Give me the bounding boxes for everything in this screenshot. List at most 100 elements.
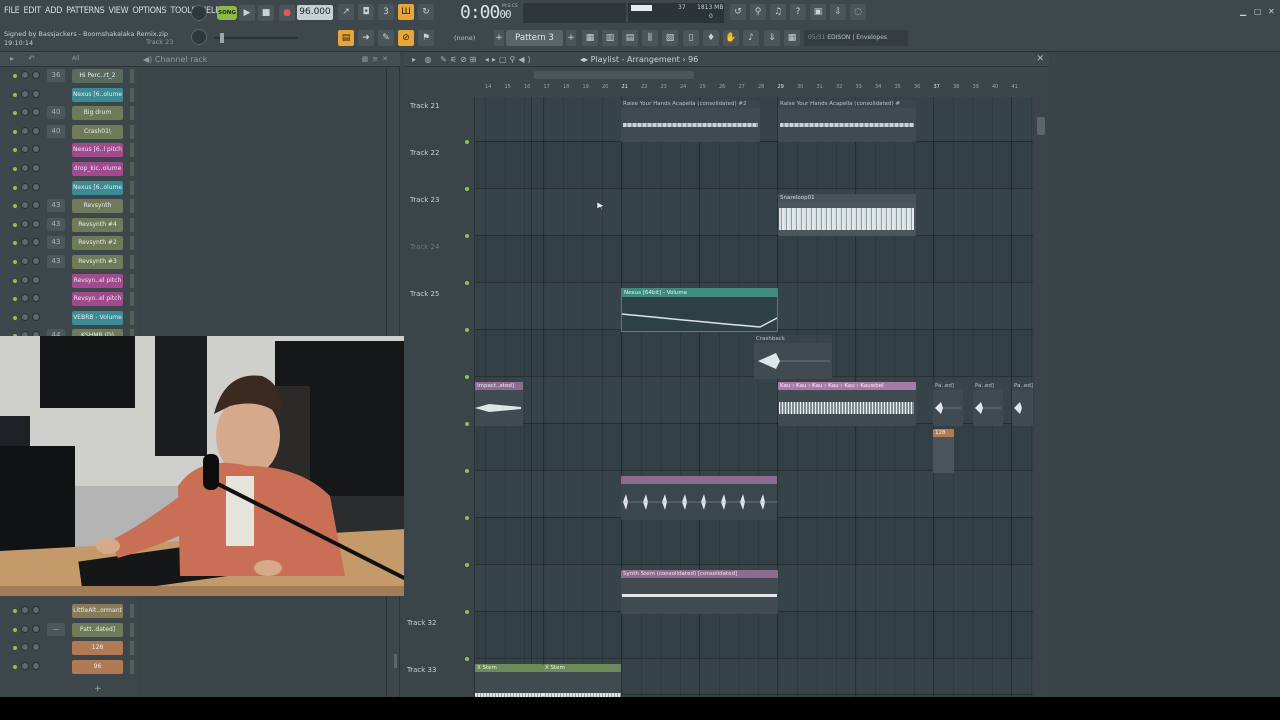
channel-volume-knob[interactable] [32,312,40,321]
channel-mixer-track[interactable]: — [47,622,65,636]
channel-select[interactable] [130,604,134,618]
channel-mixer-track[interactable] [47,274,65,287]
channel-row[interactable]: drop_kic..olume [0,160,138,178]
track-mute-led[interactable] [465,328,469,332]
close-icon[interactable]: ✕ [1268,7,1275,16]
channel-pan-knob[interactable] [21,145,29,154]
channel-name-button[interactable]: drop_kic..olume [72,162,123,176]
channel-mute-led[interactable] [13,627,17,632]
save-icon[interactable]: ▣ [810,4,826,20]
clip-snareloop[interactable]: Snareloop01 [778,194,916,236]
track-label[interactable]: Track 32 [407,619,436,627]
track-mute-led[interactable] [465,469,469,473]
pattern-prev-icon[interactable]: + [494,30,504,46]
channel-volume-knob[interactable] [32,145,40,154]
channel-mute-led[interactable] [13,297,17,302]
horizontal-scrollbar[interactable] [534,71,694,79]
stop-icon[interactable]: ■ [258,5,274,21]
menu-edit[interactable]: EDIT [23,6,41,16]
master-slider-handle[interactable] [220,33,224,43]
main-volume-knob[interactable] [191,5,207,21]
maximize-icon[interactable]: ▢ [1254,7,1262,16]
channel-pan-knob[interactable] [21,257,29,265]
channel-name-button[interactable]: LittleAlt..ormant [72,604,123,618]
menu-file[interactable]: FILE [4,6,20,16]
info-icon[interactable]: ▦ [784,30,800,46]
channel-mixer-track[interactable] [47,143,65,156]
channel-name-button[interactable]: Patt..dated] [72,622,123,637]
channel-volume-knob[interactable] [32,71,40,79]
link-icon[interactable]: ⊘ [398,30,414,46]
channel-volume-knob[interactable] [32,294,40,303]
channel-row[interactable]: LittleAlt..ormant [0,602,138,620]
clip-pattern-hits[interactable] [621,476,777,520]
menu-view[interactable]: VIEW [108,6,128,16]
blend-recording-icon[interactable]: Ш [398,4,414,20]
channel-pan-knob[interactable] [21,182,29,191]
clip-kauwbel[interactable]: Kau › Kau › Kau › Kau › Kau › Kauwbel [778,382,916,426]
menu-add[interactable]: ADD [45,6,62,16]
channel-row[interactable]: 96 [0,658,138,676]
channel-mixer-track[interactable]: 43 [47,236,65,250]
channel-mixer-track[interactable] [47,311,65,324]
channel-volume-knob[interactable] [32,275,40,284]
channel-pan-knob[interactable] [21,89,29,98]
clip-128[interactable]: 128 [933,429,954,473]
mic-icon[interactable]: ♫ [770,4,786,20]
track-label[interactable]: Track 21 [410,102,439,110]
loop-record-icon[interactable]: ↻ [418,4,434,20]
channel-row[interactable]: 128 [0,639,138,657]
record-icon[interactable]: ● [279,5,295,21]
arrow-icon[interactable]: ➜ [358,30,374,46]
mixer-view-icon[interactable]: ⫼ [642,30,658,46]
minimize-icon[interactable]: ▁ [1240,7,1246,16]
channel-name-button[interactable]: Nexus [6..olume [72,87,123,102]
channel-select[interactable] [130,273,134,288]
track-mute-led[interactable] [465,516,469,520]
channel-select[interactable] [130,106,134,121]
channel-select[interactable] [130,124,134,139]
download-icon[interactable]: ⇓ [764,30,780,46]
channel-name-button[interactable]: Nexus [6..l pitch [72,143,123,158]
undo-icon[interactable]: ↺ [730,4,746,20]
channel-rack-icon[interactable]: ▥ [602,30,618,46]
channel-pan-knob[interactable] [21,219,29,228]
channel-row[interactable]: Nexus [6..olume [0,179,138,197]
channel-pan-knob[interactable] [21,275,29,284]
clip-nexus-volume[interactable]: Nexus [64bit] - Volume [621,288,778,332]
channel-row[interactable]: 40 Big drum [0,104,138,122]
channel-mixer-track[interactable] [47,162,65,175]
piano-roll-icon[interactable]: ▤ [338,30,354,46]
channel-mute-led[interactable] [13,609,17,613]
clip-pa-2[interactable]: Pa..ed] [973,382,1003,426]
track-mute-led[interactable] [465,657,469,661]
channel-name-button[interactable]: Hi Perc..rt_2 [72,69,123,83]
clip-synth-stem[interactable]: Synth Stem (consolidated) [consolidated] [621,570,778,614]
channel-name-button[interactable]: Crash01\ [72,124,123,139]
playlist-icon[interactable]: ▦ [582,30,598,46]
channel-row[interactable]: — Patt..dated] [0,621,138,639]
clip-pa-1[interactable]: Pa..ed] [933,382,963,426]
channel-row[interactable]: 40 Crash01\ [0,123,138,141]
channel-row[interactable]: Nexus [6..olume [0,86,138,104]
track-mute-led[interactable] [465,610,469,614]
channel-row[interactable]: 43 Revsynth [0,197,138,215]
menu-patterns[interactable]: PATTERNS [66,6,105,16]
channel-mute-led[interactable] [13,204,17,209]
channel-row[interactable]: VEBRB - Volume [0,309,138,327]
clip-pa-3[interactable]: Pa..ed] [1012,382,1033,426]
channel-mute-led[interactable] [13,664,17,669]
track-mute-led[interactable] [465,375,469,379]
add-channel-icon[interactable]: + [94,684,102,694]
channel-select[interactable] [130,659,134,674]
channel-mixer-track[interactable] [47,88,65,101]
channel-mixer-track[interactable] [47,181,65,194]
channel-select[interactable] [130,641,134,656]
track-mute-led[interactable] [465,281,469,285]
channel-row[interactable]: Revsyn..el pitch [0,272,138,290]
help-icon[interactable]: ? [790,4,806,20]
export-icon[interactable]: ⇩ [830,4,846,20]
channel-mixer-track[interactable]: 40 [47,106,65,120]
pencil-icon[interactable]: ✎ [378,30,394,46]
clip-impact[interactable]: Impact..ated] [475,382,523,426]
